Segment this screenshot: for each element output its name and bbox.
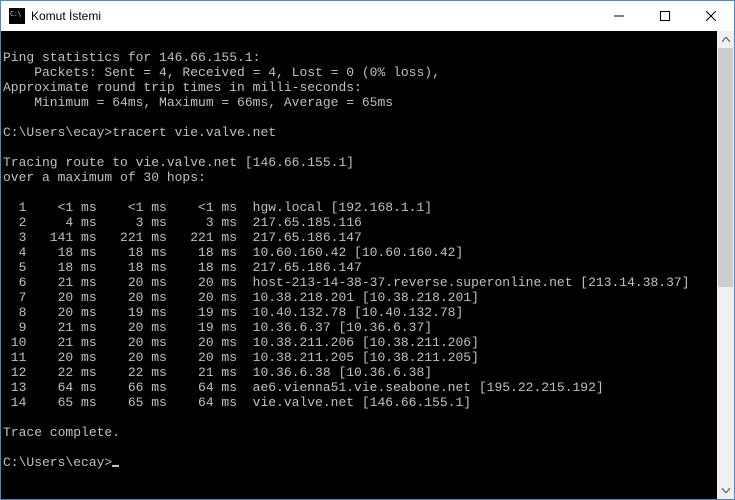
titlebar[interactable]: Komut İstemi (1, 1, 734, 31)
scroll-up-button[interactable] (717, 31, 734, 48)
client-area: Ping statistics for 146.66.155.1: Packet… (1, 31, 734, 499)
scrollbar-track[interactable] (717, 48, 734, 482)
cursor (112, 465, 119, 467)
close-icon (706, 11, 716, 21)
chevron-up-icon (722, 37, 730, 42)
command-prompt-window: Komut İstemi Ping statistics for 146.66.… (0, 0, 735, 500)
minimize-icon (614, 11, 624, 21)
maximize-button[interactable] (642, 1, 688, 31)
scrollbar-thumb[interactable] (718, 48, 733, 287)
window-title: Komut İstemi (31, 9, 101, 23)
maximize-icon (660, 11, 670, 21)
cmd-icon (9, 8, 25, 24)
terminal-output[interactable]: Ping statistics for 146.66.155.1: Packet… (1, 31, 717, 499)
chevron-down-icon (722, 488, 730, 493)
minimize-button[interactable] (596, 1, 642, 31)
close-button[interactable] (688, 1, 734, 31)
scroll-down-button[interactable] (717, 482, 734, 499)
vertical-scrollbar[interactable] (717, 31, 734, 499)
